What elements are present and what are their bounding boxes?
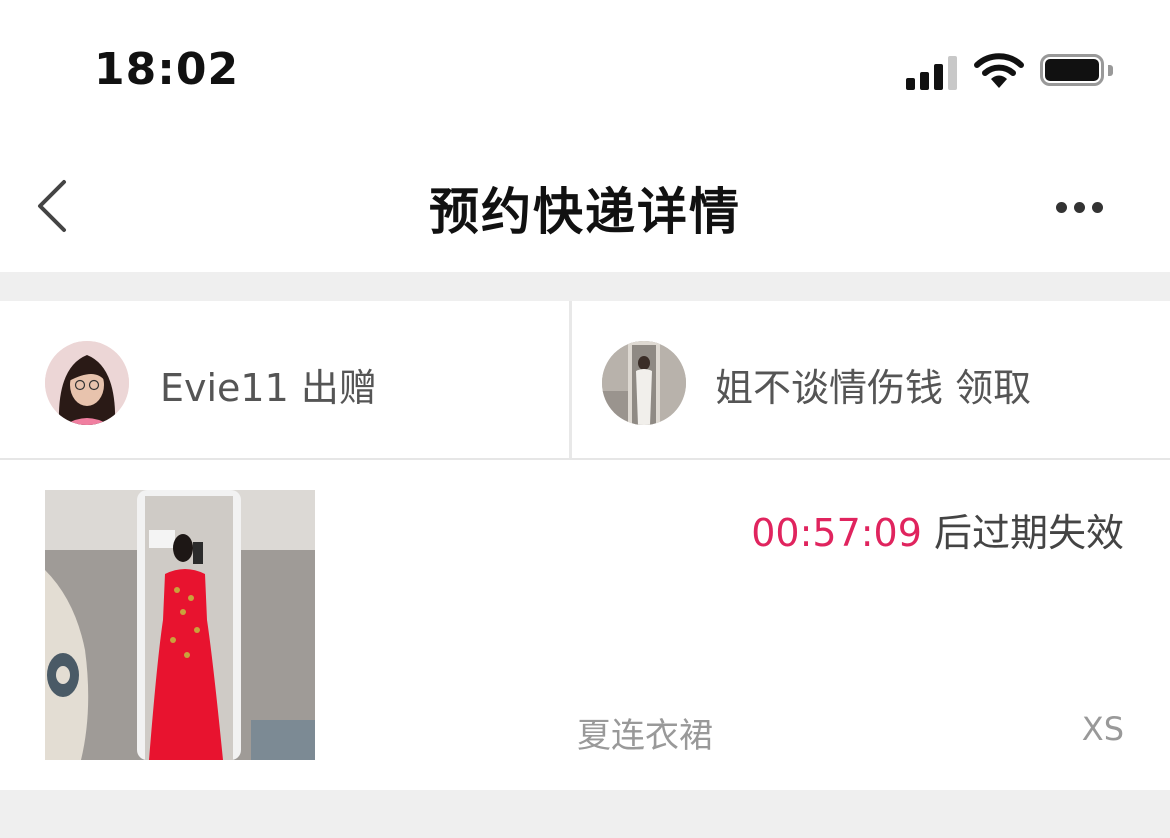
status-time: 18:02: [94, 44, 240, 95]
cellular-signal-icon: [906, 54, 960, 90]
item-card[interactable]: 00:57:09 后过期失效 夏连衣裙 XS: [0, 460, 1170, 790]
countdown-suffix: 后过期失效: [921, 511, 1124, 555]
wifi-icon: [974, 53, 1024, 88]
nav-bar: 预约快递详情: [0, 140, 1170, 272]
donor-label: Evie11 出赠: [160, 366, 377, 410]
donor-cell[interactable]: Evie11 出赠: [0, 301, 569, 458]
receiver-label: 姐不谈情伤钱 领取: [715, 366, 1032, 410]
countdown-time: 00:57:09: [751, 511, 922, 555]
user-row: Evie11 出赠 姐不谈情伤钱 领取: [0, 301, 1170, 460]
item-size: XS: [1081, 710, 1124, 748]
receiver-avatar[interactable]: [602, 341, 686, 425]
receiver-cell[interactable]: 姐不谈情伤钱 领取: [572, 301, 1170, 458]
status-bar: 18:02: [0, 0, 1170, 140]
item-photo[interactable]: [45, 490, 315, 760]
battery-icon: [1040, 54, 1116, 90]
item-category: 夏连衣裙: [577, 716, 713, 756]
more-options-icon[interactable]: [1052, 200, 1108, 216]
donor-avatar[interactable]: [45, 341, 129, 425]
page-title: 预约快递详情: [429, 183, 741, 241]
expiry-countdown: 00:57:09 后过期失效: [751, 502, 1124, 557]
